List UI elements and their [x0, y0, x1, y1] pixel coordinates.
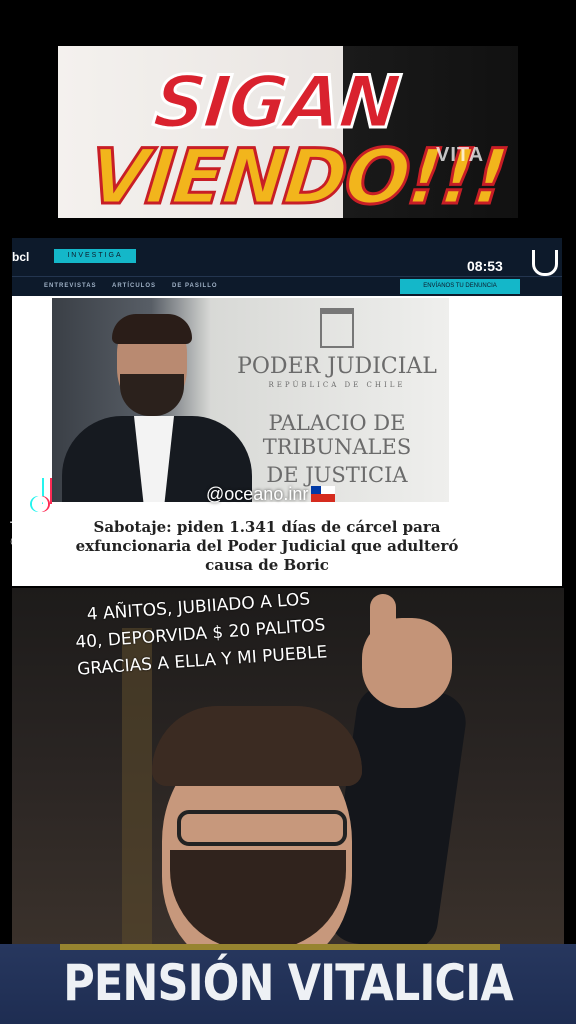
report-button[interactable]: ENVÍANOS TU DENUNCIA — [400, 279, 520, 294]
creator-handle: @oceano.inr — [206, 484, 336, 505]
sign-line-2: REPÚBLICA DE CHILE — [268, 381, 406, 389]
channel-logo-icon — [532, 250, 558, 276]
tiktok-icon — [32, 478, 62, 512]
banner-image: SIGAN VIENDO!!! — [58, 46, 518, 218]
news-headline: Sabotaje: piden 1.341 días de cárcel par… — [75, 518, 459, 574]
news-screenshot: bcl INVESTIGA 08:53 ENTREVISTAS ARTÍCULO… — [12, 238, 562, 586]
sign-line-1: PODER JUDICIAL — [237, 354, 437, 379]
vita-logo: VITA — [436, 144, 485, 166]
news-nav: ENTREVISTAS ARTÍCULOS DE PASILLO ENVÍANO… — [12, 276, 562, 296]
tiktok-word: TikTok — [10, 518, 54, 534]
tiktok-user: @ oceano — [10, 536, 56, 547]
nav-item[interactable]: DE PASILLO — [172, 283, 218, 289]
chile-flag-icon — [311, 486, 336, 502]
handle-text: @oceano.inr — [206, 484, 309, 504]
pointing-finger — [370, 594, 396, 654]
nav-item[interactable]: ENTREVISTAS — [44, 283, 97, 289]
courthouse-sign: PODER JUDICIAL REPÚBLICA DE CHILE PALACI… — [222, 308, 449, 498]
bottom-title-bar: PENSIÓN VITALICIA — [0, 944, 576, 1024]
clock: 08:53 — [467, 258, 503, 274]
sign-line-3: PALACIO DE TRIBUNALES — [262, 411, 412, 459]
live-tag: INVESTIGA — [54, 249, 136, 263]
bottom-title: PENSIÓN VITALICIA — [63, 954, 513, 1012]
news-header: bcl INVESTIGA 08:53 — [12, 238, 562, 276]
news-photo: PODER JUDICIAL REPÚBLICA DE CHILE PALACI… — [52, 298, 449, 502]
news-brand: bcl — [12, 250, 30, 264]
glasses — [177, 810, 347, 846]
nav-item[interactable]: ARTÍCULOS — [112, 283, 156, 289]
courthouse-icon — [320, 308, 354, 348]
